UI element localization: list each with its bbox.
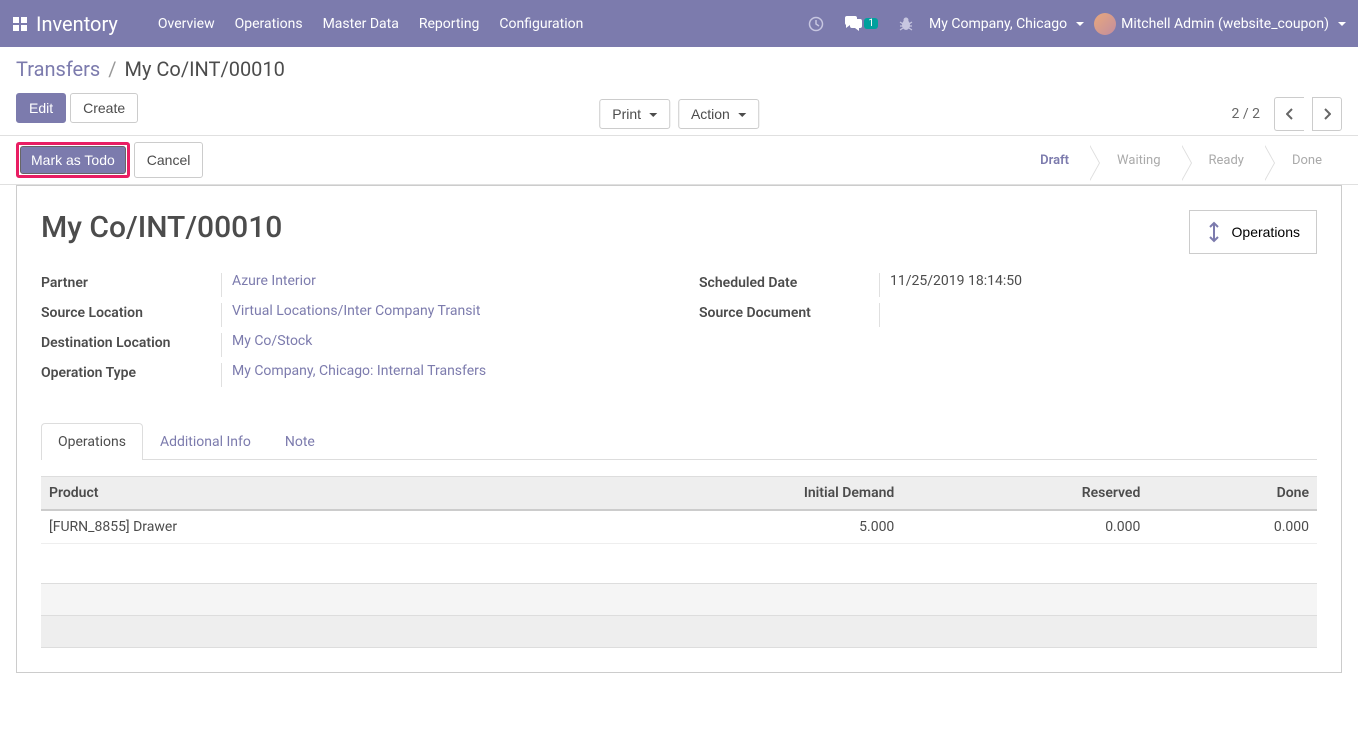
value-source-location[interactable]: Virtual Locations/Inter Company Transit bbox=[232, 303, 480, 319]
print-button[interactable]: Print bbox=[599, 99, 670, 129]
page-title: My Co/INT/00010 bbox=[41, 210, 1317, 245]
tab-operations[interactable]: Operations bbox=[41, 423, 143, 460]
app-title[interactable]: Inventory bbox=[36, 12, 118, 36]
breadcrumb: Transfers / My Co/INT/00010 bbox=[16, 57, 1342, 81]
edit-button[interactable]: Edit bbox=[16, 93, 66, 123]
status-steps: Draft Waiting Ready Done bbox=[1012, 145, 1342, 176]
company-name: My Company, Chicago bbox=[929, 16, 1067, 32]
tabs: Operations Additional Info Note bbox=[41, 423, 1317, 460]
caret-down-icon bbox=[649, 113, 657, 117]
avatar bbox=[1094, 13, 1116, 35]
menu-master-data[interactable]: Master Data bbox=[313, 16, 409, 32]
value-source-document bbox=[879, 303, 1317, 327]
value-destination-location[interactable]: My Co/Stock bbox=[232, 333, 312, 349]
status-draft[interactable]: Draft bbox=[1012, 145, 1089, 176]
value-scheduled-date: 11/25/2019 18:14:50 bbox=[879, 273, 1317, 297]
user-menu[interactable]: Mitchell Admin (website_coupon) bbox=[1094, 13, 1346, 35]
menu-operations[interactable]: Operations bbox=[225, 16, 313, 32]
operations-stat-button[interactable]: Operations bbox=[1189, 210, 1317, 254]
form-sheet: Operations My Co/INT/00010 Partner Azure… bbox=[16, 185, 1342, 673]
label-scheduled-date: Scheduled Date bbox=[699, 273, 879, 291]
label-destination-location: Destination Location bbox=[41, 333, 221, 351]
control-panel: Transfers / My Co/INT/00010 Edit Create … bbox=[0, 47, 1358, 135]
value-partner[interactable]: Azure Interior bbox=[232, 273, 316, 289]
label-source-location: Source Location bbox=[41, 303, 221, 321]
cell-initial-demand: 5.000 bbox=[551, 510, 902, 544]
tab-note[interactable]: Note bbox=[268, 423, 332, 460]
pager-next-button[interactable] bbox=[1312, 97, 1342, 131]
label-source-document: Source Document bbox=[699, 303, 879, 321]
menu-reporting[interactable]: Reporting bbox=[409, 16, 490, 32]
messages-badge: 1 bbox=[864, 18, 878, 29]
menu-overview[interactable]: Overview bbox=[148, 16, 225, 32]
caret-down-icon bbox=[738, 113, 746, 117]
table-footer-spacer bbox=[41, 616, 1317, 648]
table-row[interactable]: [FURN_8855] Drawer 5.000 0.000 0.000 bbox=[41, 510, 1317, 544]
main-menu: Overview Operations Master Data Reportin… bbox=[148, 16, 594, 32]
pager-text: 2 / 2 bbox=[1232, 106, 1260, 122]
th-initial-demand[interactable]: Initial Demand bbox=[551, 477, 902, 511]
top-navbar: Inventory Overview Operations Master Dat… bbox=[0, 0, 1358, 47]
messages-icon[interactable]: 1 bbox=[839, 16, 883, 32]
bug-icon[interactable] bbox=[893, 16, 919, 32]
th-product[interactable]: Product bbox=[41, 477, 551, 511]
action-button[interactable]: Action bbox=[678, 99, 759, 129]
tab-additional-info[interactable]: Additional Info bbox=[143, 423, 268, 460]
status-ready[interactable]: Ready bbox=[1181, 145, 1264, 176]
caret-down-icon bbox=[1338, 22, 1346, 26]
clock-icon[interactable] bbox=[803, 16, 829, 32]
th-done[interactable]: Done bbox=[1148, 477, 1317, 511]
caret-down-icon bbox=[1076, 22, 1084, 26]
stat-button-label: Operations bbox=[1232, 224, 1300, 240]
cell-done: 0.000 bbox=[1148, 510, 1317, 544]
arrows-vertical-icon bbox=[1206, 221, 1222, 243]
label-operation-type: Operation Type bbox=[41, 363, 221, 381]
user-name: Mitchell Admin (website_coupon) bbox=[1121, 16, 1329, 32]
apps-menu-icon[interactable] bbox=[12, 16, 28, 32]
operations-table: Product Initial Demand Reserved Done [FU… bbox=[41, 476, 1317, 648]
status-done[interactable]: Done bbox=[1264, 145, 1342, 176]
breadcrumb-current: My Co/INT/00010 bbox=[125, 57, 285, 81]
status-waiting[interactable]: Waiting bbox=[1089, 145, 1180, 176]
cell-reserved: 0.000 bbox=[902, 510, 1148, 544]
breadcrumb-parent[interactable]: Transfers bbox=[16, 57, 100, 81]
menu-configuration[interactable]: Configuration bbox=[489, 16, 593, 32]
statusbar: Mark as Todo Cancel Draft Waiting Ready … bbox=[0, 135, 1358, 185]
create-button[interactable]: Create bbox=[70, 93, 138, 123]
pager-prev-button[interactable] bbox=[1274, 97, 1304, 131]
th-reserved[interactable]: Reserved bbox=[902, 477, 1148, 511]
breadcrumb-sep: / bbox=[108, 57, 116, 81]
table-footer-row bbox=[41, 584, 1317, 616]
cancel-button[interactable]: Cancel bbox=[134, 142, 204, 178]
label-partner: Partner bbox=[41, 273, 221, 291]
mark-todo-button[interactable]: Mark as Todo bbox=[20, 146, 126, 174]
company-selector[interactable]: My Company, Chicago bbox=[929, 16, 1084, 32]
cell-product: [FURN_8855] Drawer bbox=[41, 510, 551, 544]
table-header-row: Product Initial Demand Reserved Done bbox=[41, 477, 1317, 511]
highlight-annotation: Mark as Todo bbox=[16, 142, 130, 178]
value-operation-type[interactable]: My Company, Chicago: Internal Transfers bbox=[232, 363, 486, 379]
table-spacer bbox=[41, 544, 1317, 584]
